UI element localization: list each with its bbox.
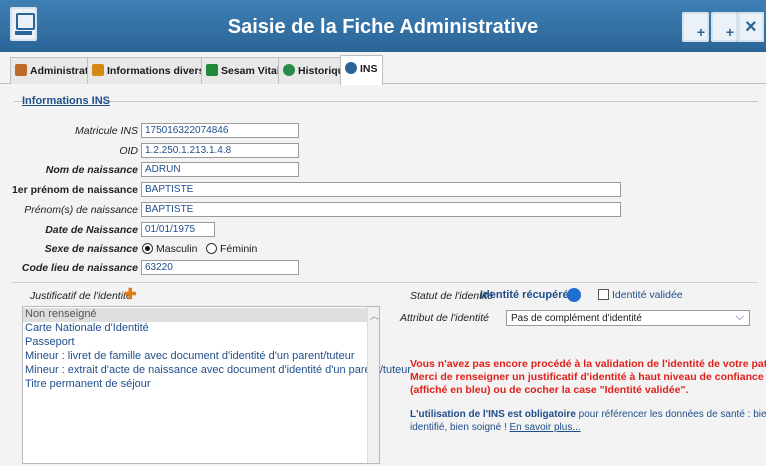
identite-validee-label: Identité validée xyxy=(612,289,683,301)
warning-text: (affiché en bleu) ou de cocher la case "… xyxy=(410,384,689,396)
identite-validee-checkbox[interactable] xyxy=(598,289,609,300)
add-icon[interactable]: ✚ xyxy=(124,287,137,302)
date-input[interactable]: 01/01/1975 xyxy=(141,222,215,237)
info-rest: pour référencer les données de santé : b… xyxy=(575,409,766,420)
list-item[interactable]: Mineur : livret de famille avec document… xyxy=(23,350,367,364)
tab-label: INS xyxy=(360,63,378,75)
prenom1-label: 1er prénom de naissance xyxy=(11,184,138,196)
card-icon xyxy=(206,64,218,76)
attribut-select[interactable]: Pas de complément d'identité ⌵ xyxy=(506,310,750,326)
prenoms-label: Prénom(s) de naissance xyxy=(24,204,138,216)
tab-ins[interactable]: INS xyxy=(340,55,383,85)
prenoms-input[interactable]: BAPTISTE xyxy=(141,202,621,217)
oid-label: OID xyxy=(119,145,138,157)
info-text: L'utilisation de l'INS est obligatoire p… xyxy=(410,409,766,420)
prenom1-input[interactable]: BAPTISTE xyxy=(141,182,621,197)
close-button[interactable]: × xyxy=(738,12,764,42)
person-icon xyxy=(15,64,27,76)
window-title: Saisie de la Fiche Administrative xyxy=(227,16,539,38)
warning-text: Merci de renseigner un justificatif d'id… xyxy=(410,371,764,383)
sexe-label: Sexe de naissance xyxy=(44,243,138,255)
add-document-icon[interactable]: + xyxy=(711,12,738,42)
new-document-icon[interactable]: + xyxy=(682,12,709,42)
info-line2: identifié, bien soigné ! xyxy=(410,422,507,433)
sexe-feminin-label: Féminin xyxy=(220,243,258,255)
justificatif-list[interactable]: Non renseigné Carte Nationale d'Identité… xyxy=(22,306,411,464)
attribut-value: Pas de complément d'identité xyxy=(511,313,642,324)
group-title: Informations INS xyxy=(22,95,111,107)
lieu-label: Code lieu de naissance xyxy=(21,262,138,274)
scrollbar[interactable]: ︿ xyxy=(367,307,379,463)
list-item[interactable]: Carte Nationale d'Identité xyxy=(23,322,367,336)
title-bar: Saisie de la Fiche Administrative + + × xyxy=(0,0,766,52)
tab-label: Administratif xyxy=(30,65,95,77)
sexe-masculin-radio[interactable] xyxy=(142,243,153,254)
tab-bar: Administratif Informations diverses Sesa… xyxy=(0,54,766,85)
warning-text: Vous n'avez pas encore procédé à la vali… xyxy=(410,358,766,370)
info-text-2: identifié, bien soigné ! En savoir plus.… xyxy=(410,422,581,433)
sexe-masculin-label: Masculin xyxy=(156,243,198,255)
matricule-label: Matricule INS xyxy=(74,125,138,137)
chevron-up-icon[interactable]: ︿ xyxy=(370,309,379,322)
ins-icon xyxy=(345,62,357,74)
close-icon: × xyxy=(745,16,757,38)
date-label: Date de Naissance xyxy=(45,224,138,236)
group-border xyxy=(14,101,22,102)
oid-input[interactable]: 1.2.250.1.213.1.4.8 xyxy=(141,143,299,158)
sexe-feminin-radio[interactable] xyxy=(206,243,217,254)
lieu-input[interactable]: 63220 xyxy=(141,260,299,275)
list-item[interactable]: Mineur : extrait d'acte de naissance ave… xyxy=(23,364,411,378)
status-dot-icon xyxy=(567,288,581,302)
justificatif-label: Justificatif de l'identité xyxy=(30,290,132,302)
tab-label: Informations diverses xyxy=(107,65,217,77)
divider xyxy=(12,282,758,283)
info-bold: L'utilisation de l'INS est obligatoire xyxy=(410,409,576,420)
group-border xyxy=(96,101,758,102)
chevron-down-icon: ⌵ xyxy=(735,311,744,323)
info-icon xyxy=(92,64,104,76)
attribut-label: Attribut de l'identité xyxy=(400,312,489,324)
tab-label: Sesam Vitale xyxy=(221,65,286,77)
list-item[interactable]: Non renseigné xyxy=(23,308,367,322)
nom-label: Nom de naissance xyxy=(45,164,138,176)
learn-more-link[interactable]: En savoir plus... xyxy=(510,422,581,433)
list-item[interactable]: Passeport xyxy=(23,336,367,350)
history-icon xyxy=(283,64,295,76)
matricule-input[interactable]: 175016322074846 xyxy=(141,123,299,138)
list-item[interactable]: Titre permanent de séjour xyxy=(23,378,367,392)
statut-value: Identité récupérée xyxy=(480,289,575,301)
nom-input[interactable]: ADRUN xyxy=(141,162,299,177)
